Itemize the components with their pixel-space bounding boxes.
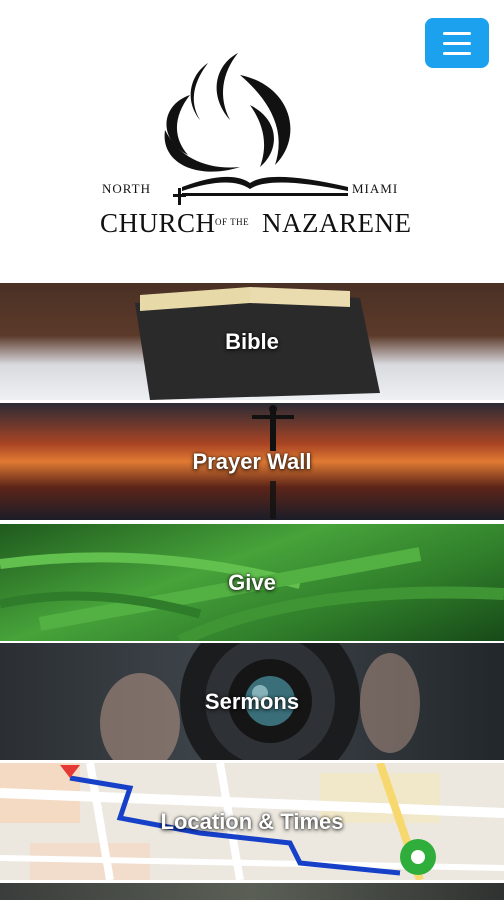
tile-prayer-wall[interactable]: Prayer Wall — [0, 403, 504, 520]
partial-tile-background — [0, 883, 504, 900]
logo-miami-text: MIAMI — [352, 181, 399, 196]
tile-partial[interactable] — [0, 883, 504, 900]
menu-button[interactable] — [425, 18, 489, 68]
logo-north-text: NORTH — [102, 181, 151, 196]
logo-nazarene-text: NAZARENE — [262, 208, 412, 238]
church-logo: NORTH MIAMI CHURCH OF THE NAZARENE — [90, 45, 412, 245]
hamburger-menu-icon — [443, 31, 471, 35]
logo-of-the-text: OF THE — [215, 217, 250, 227]
tile-bible[interactable]: Bible — [0, 283, 504, 400]
tile-sermons[interactable]: Sermons — [0, 643, 504, 760]
tile-give[interactable]: Give — [0, 524, 504, 641]
tile-location-times[interactable]: Location & Times — [0, 763, 504, 880]
tile-label: Give — [228, 569, 276, 595]
tile-label: Location & Times — [160, 808, 344, 834]
tile-label: Bible — [225, 328, 279, 354]
tile-label: Prayer Wall — [192, 448, 312, 474]
logo-church-text: CHURCH — [100, 208, 216, 238]
app-header: NORTH MIAMI CHURCH OF THE NAZARENE — [0, 0, 504, 282]
tile-label: Sermons — [204, 688, 300, 714]
